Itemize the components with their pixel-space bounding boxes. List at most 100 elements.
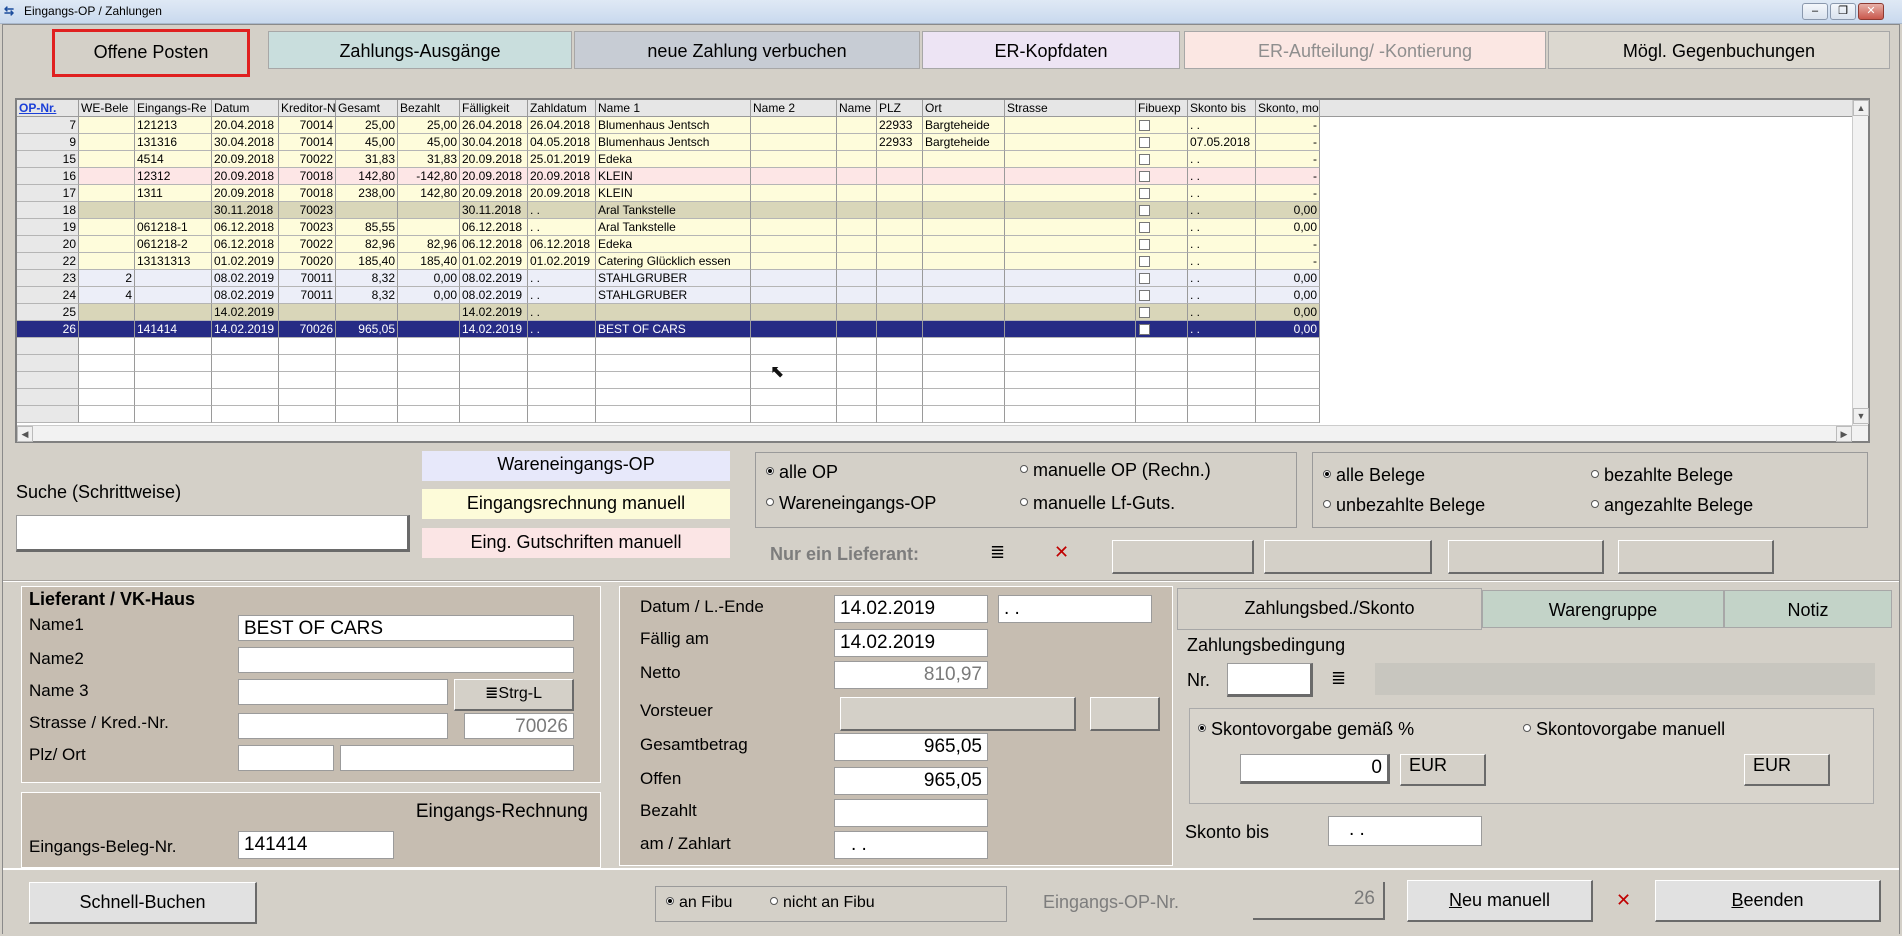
grid-cell[interactable]: 8,32 bbox=[336, 270, 398, 287]
grid-cell[interactable]: 45,00 bbox=[398, 134, 460, 151]
legend-wareneingang[interactable]: Wareneingangs-OP bbox=[422, 451, 730, 481]
name1-field[interactable]: BEST OF CARS bbox=[238, 615, 574, 641]
grid-cell-empty[interactable] bbox=[212, 406, 279, 423]
grid-cell-empty[interactable] bbox=[751, 406, 837, 423]
grid-cell-empty[interactable] bbox=[596, 372, 751, 389]
grid-cell[interactable] bbox=[751, 134, 837, 151]
grid-cell-empty[interactable] bbox=[398, 389, 460, 406]
grid-cell-empty[interactable] bbox=[1005, 389, 1136, 406]
grid-cell-empty[interactable] bbox=[17, 355, 79, 372]
legend-gutschriften[interactable]: Eing. Gutschriften manuell bbox=[422, 528, 730, 558]
ort-field[interactable] bbox=[340, 745, 574, 771]
grid-cell[interactable]: 01.02.2019 bbox=[528, 253, 596, 270]
grid-cell-empty[interactable] bbox=[1188, 355, 1256, 372]
grid-cell[interactable]: . . bbox=[1188, 117, 1256, 134]
beleg-nr-field[interactable]: 141414 bbox=[238, 831, 394, 859]
grid-cell[interactable]: 185,40 bbox=[336, 253, 398, 270]
grid-cell[interactable]: . . bbox=[1188, 219, 1256, 236]
grid-cell[interactable]: 30.11.2018 bbox=[212, 202, 279, 219]
grid-cell-empty[interactable] bbox=[1136, 406, 1188, 423]
grid-cell[interactable]: . . bbox=[528, 287, 596, 304]
column-header[interactable]: Fibuexp bbox=[1136, 100, 1188, 117]
grid-cell[interactable]: - bbox=[1256, 236, 1320, 253]
grid-cell-empty[interactable] bbox=[877, 355, 923, 372]
grid-cell[interactable] bbox=[751, 304, 837, 321]
strg-l-button[interactable]: ≣Strg-L bbox=[454, 679, 574, 711]
name2-field[interactable] bbox=[238, 647, 574, 673]
grid-cell[interactable]: 2 bbox=[79, 270, 135, 287]
grid-cell[interactable] bbox=[877, 151, 923, 168]
grid-cell[interactable] bbox=[837, 151, 877, 168]
grid-cell[interactable]: 131316 bbox=[135, 134, 212, 151]
grid-cell[interactable] bbox=[837, 219, 877, 236]
grid-cell[interactable] bbox=[1005, 304, 1136, 321]
grid-cell[interactable]: 70014 bbox=[279, 117, 336, 134]
grid-cell[interactable]: 20.09.2018 bbox=[460, 168, 528, 185]
grid-cell[interactable] bbox=[837, 236, 877, 253]
grid-cell-empty[interactable] bbox=[1005, 338, 1136, 355]
grid-cell[interactable] bbox=[1136, 236, 1188, 253]
grid-cell-empty[interactable] bbox=[923, 389, 1005, 406]
maximize-button[interactable]: ❐ bbox=[1830, 3, 1856, 20]
column-header[interactable]: Fälligkeit bbox=[460, 100, 528, 117]
grid-cell[interactable]: - bbox=[1256, 151, 1320, 168]
grid-cell-empty[interactable] bbox=[751, 338, 837, 355]
grid-cell[interactable] bbox=[923, 202, 1005, 219]
scroll-up-icon[interactable]: ▲ bbox=[1853, 100, 1869, 116]
grid-cell[interactable] bbox=[837, 202, 877, 219]
grid-cell-empty[interactable] bbox=[279, 372, 336, 389]
grid-cell-empty[interactable] bbox=[837, 338, 877, 355]
column-header[interactable]: Eingangs-Re bbox=[135, 100, 212, 117]
grid-cell[interactable] bbox=[751, 270, 837, 287]
neu-manuell-button[interactable]: Neu manuell bbox=[1407, 880, 1593, 922]
grid-cell[interactable] bbox=[837, 168, 877, 185]
vertical-scrollbar[interactable]: ▲ ▼ bbox=[1852, 100, 1869, 425]
am-zahlart-field[interactable]: . . bbox=[834, 831, 988, 859]
grid-cell-empty[interactable] bbox=[923, 406, 1005, 423]
grid-cell-empty[interactable] bbox=[79, 355, 135, 372]
grid-cell-empty[interactable] bbox=[336, 355, 398, 372]
scroll-down-icon[interactable]: ▼ bbox=[1853, 408, 1869, 424]
grid-cell-empty[interactable] bbox=[528, 338, 596, 355]
grid-cell[interactable]: 14.02.2019 bbox=[212, 304, 279, 321]
grid-cell[interactable] bbox=[923, 270, 1005, 287]
grid-cell[interactable]: KLEIN bbox=[596, 185, 751, 202]
grid-cell[interactable] bbox=[1136, 270, 1188, 287]
fibuexp-checkbox[interactable] bbox=[1139, 171, 1150, 182]
grid-cell[interactable]: . . bbox=[1188, 304, 1256, 321]
grid-cell[interactable] bbox=[279, 304, 336, 321]
grid-cell[interactable]: 185,40 bbox=[398, 253, 460, 270]
radio-bezahlte-belege[interactable]: bezahlte Belege bbox=[1591, 465, 1733, 486]
grid-cell-empty[interactable] bbox=[837, 355, 877, 372]
grid-cell[interactable] bbox=[398, 304, 460, 321]
grid-cell-empty[interactable] bbox=[923, 372, 1005, 389]
grid-cell-empty[interactable] bbox=[79, 338, 135, 355]
beenden-button[interactable]: Beenden bbox=[1655, 880, 1881, 922]
grid-cell-empty[interactable] bbox=[460, 355, 528, 372]
subtab-0[interactable]: Zahlungsbed./Skonto bbox=[1177, 588, 1482, 630]
grid-cell[interactable] bbox=[336, 304, 398, 321]
grid-cell[interactable]: 45,00 bbox=[336, 134, 398, 151]
grid-cell[interactable] bbox=[79, 151, 135, 168]
grid-cell-empty[interactable] bbox=[336, 372, 398, 389]
grid-cell[interactable]: . . bbox=[1188, 202, 1256, 219]
grid-cell[interactable]: - bbox=[1256, 117, 1320, 134]
grid-cell[interactable] bbox=[1005, 134, 1136, 151]
grid-cell[interactable] bbox=[877, 185, 923, 202]
grid-cell-empty[interactable] bbox=[877, 372, 923, 389]
radio-manuelle-op[interactable]: manuelle OP (Rechn.) bbox=[1020, 460, 1211, 481]
radio-manuelle-lf[interactable]: manuelle Lf-Guts. bbox=[1020, 493, 1175, 514]
grid-cell[interactable]: 0,00 bbox=[1256, 287, 1320, 304]
grid-cell[interactable] bbox=[398, 219, 460, 236]
grid-cell[interactable]: 1311 bbox=[135, 185, 212, 202]
filter-slot-button-2[interactable] bbox=[1264, 540, 1432, 574]
grid-cell[interactable] bbox=[751, 151, 837, 168]
grid-cell-empty[interactable] bbox=[1005, 372, 1136, 389]
radio-skonto-manuell[interactable]: Skontovorgabe manuell bbox=[1523, 719, 1725, 740]
fibuexp-checkbox[interactable] bbox=[1139, 137, 1150, 148]
grid-cell[interactable]: . . bbox=[528, 270, 596, 287]
grid-cell-empty[interactable] bbox=[596, 389, 751, 406]
grid-cell[interactable] bbox=[923, 236, 1005, 253]
grid-cell[interactable] bbox=[79, 236, 135, 253]
grid-cell[interactable]: 13131313 bbox=[135, 253, 212, 270]
